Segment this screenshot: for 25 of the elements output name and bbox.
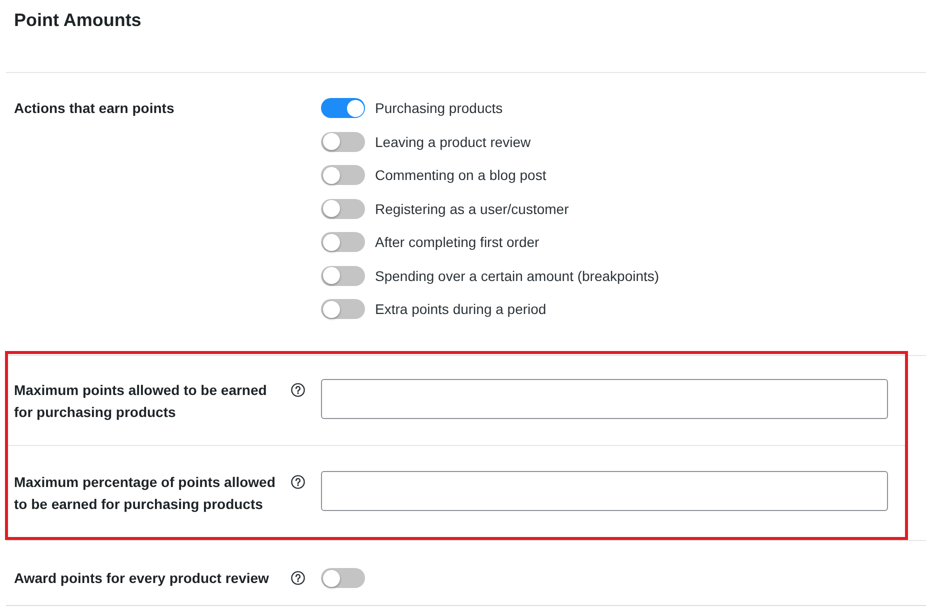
text-input[interactable] <box>321 471 888 511</box>
toggle-switch[interactable] <box>321 132 365 152</box>
setting-label: Award points for every product review <box>14 569 270 588</box>
toggle-label: Extra points during a period <box>375 300 546 319</box>
section-title: Point Amounts <box>14 10 142 31</box>
setting-label: Maximum points allowed to be earned for purchasing products <box>14 381 268 422</box>
toggle-label: Spending over a certain amount (breakpoints) <box>375 266 660 286</box>
text-input[interactable] <box>321 379 888 419</box>
toggle-switch[interactable] <box>321 232 365 252</box>
toggle-switch[interactable] <box>321 198 365 218</box>
toggle-switch[interactable] <box>321 299 365 319</box>
help-icon[interactable] <box>291 475 305 489</box>
setting-label: Actions that earn points <box>14 99 176 118</box>
toggle-switch[interactable] <box>321 266 365 286</box>
toggle-label: Commenting on a blog post <box>375 166 546 185</box>
help-icon[interactable] <box>291 571 305 585</box>
toggle-label: Leaving a product review <box>375 132 531 152</box>
toggle-switch[interactable] <box>321 165 365 185</box>
toggle-label: Registering as a user/customer <box>375 200 569 218</box>
toggle-label: After completing first order <box>375 233 540 252</box>
help-icon[interactable] <box>291 383 305 397</box>
toggle-label: Purchasing products <box>375 99 503 118</box>
setting-label: Maximum percentage of points allowed to be earned for purchasing products <box>14 473 276 514</box>
toggle-switch[interactable] <box>321 568 365 588</box>
toggle-switch[interactable] <box>321 98 365 118</box>
